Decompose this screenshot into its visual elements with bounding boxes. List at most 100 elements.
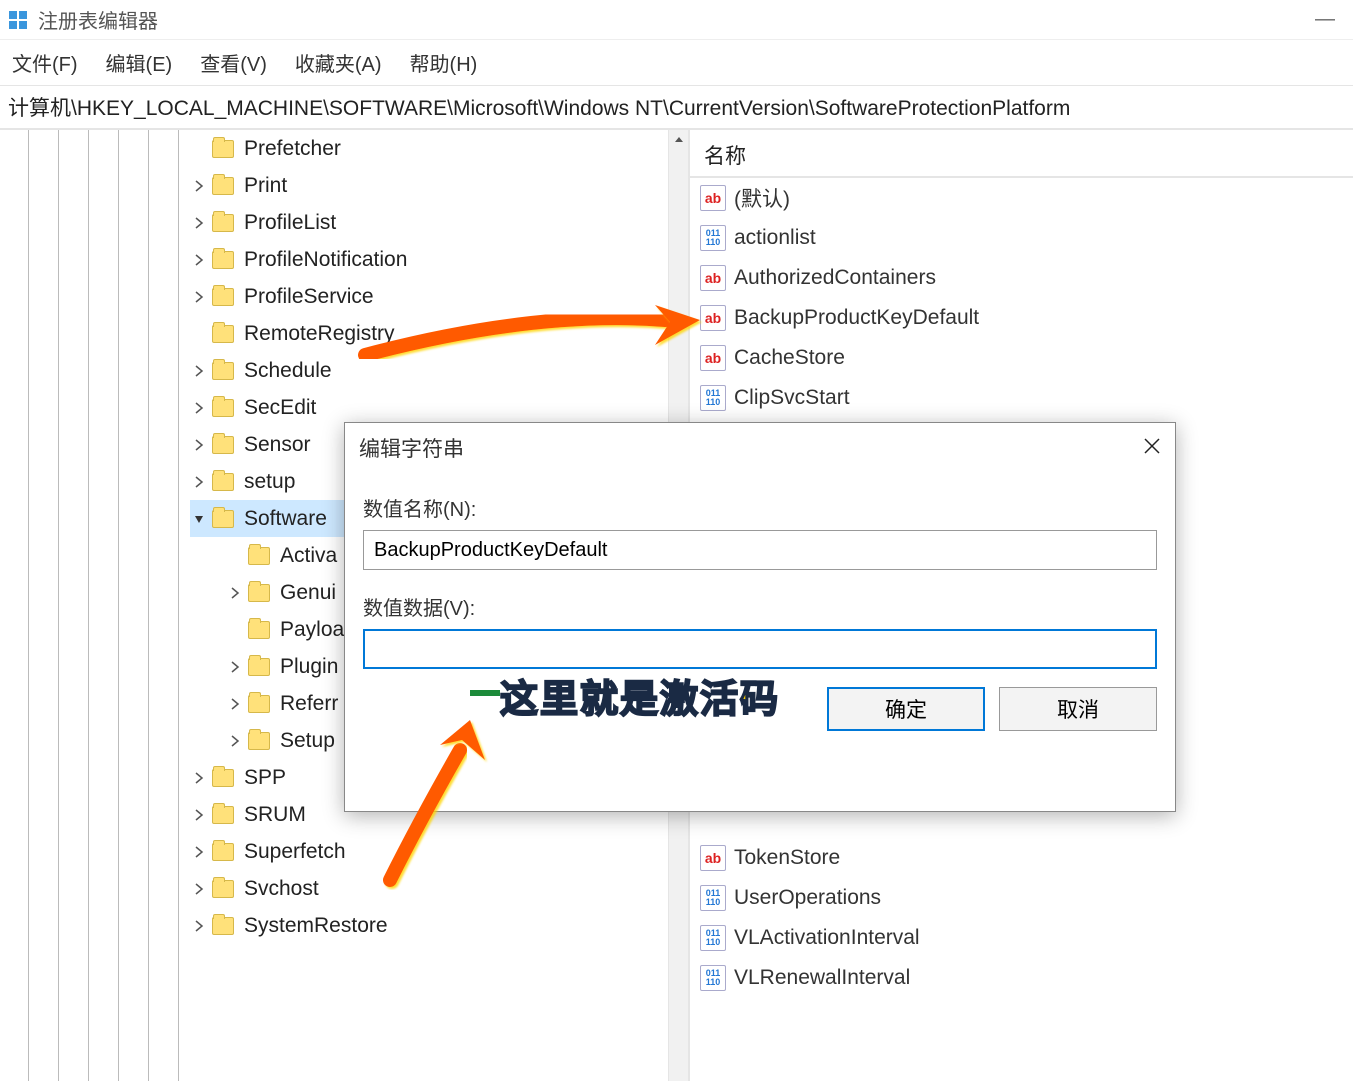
chevron-right-icon[interactable] <box>190 362 208 380</box>
tree-item[interactable]: Prefetcher <box>190 130 688 167</box>
annotation-dash <box>470 690 500 696</box>
binary-value-icon: 011 110 <box>700 225 726 251</box>
cancel-button[interactable]: 取消 <box>999 687 1157 731</box>
value-name: TokenStore <box>734 846 840 870</box>
folder-icon <box>212 473 234 491</box>
chevron-right-icon[interactable] <box>190 288 208 306</box>
value-name: VLActivationInterval <box>734 926 920 950</box>
value-data-input[interactable] <box>363 629 1157 669</box>
tree-item-label: RemoteRegistry <box>244 322 395 346</box>
chevron-right-icon[interactable] <box>226 732 244 750</box>
chevron-right-icon[interactable] <box>190 177 208 195</box>
folder-icon <box>212 288 234 306</box>
tree-item-label: Svchost <box>244 877 319 901</box>
folder-icon <box>212 510 234 528</box>
value-row[interactable]: 011 110 VLActivationInterval <box>690 918 1353 958</box>
tree-item-label: Superfetch <box>244 840 346 864</box>
tree-item-label: Genui <box>280 581 336 605</box>
chevron-right-icon[interactable] <box>190 473 208 491</box>
tree-item[interactable]: ProfileService <box>190 278 688 315</box>
string-value-icon: ab <box>700 185 726 211</box>
minimize-button[interactable]: — <box>1305 8 1345 31</box>
chevron-right-icon[interactable] <box>226 584 244 602</box>
value-row[interactable]: abAuthorizedContainers <box>690 258 1353 298</box>
window-title: 注册表编辑器 <box>38 5 158 34</box>
scroll-up-icon[interactable] <box>669 130 689 150</box>
values-header-name[interactable]: 名称 <box>690 134 1353 178</box>
value-name: (默认) <box>734 183 790 213</box>
value-row[interactable]: 011 110 ClipSvcStart <box>690 378 1353 418</box>
value-row[interactable]: 011 110 VLRenewalInterval <box>690 958 1353 998</box>
tree-item-label: Software <box>244 507 327 531</box>
tree-item[interactable]: Print <box>190 167 688 204</box>
value-name: ClipSvcStart <box>734 386 850 410</box>
menubar: 文件(F) 编辑(E) 查看(V) 收藏夹(A) 帮助(H) <box>0 40 1353 85</box>
menu-edit[interactable]: 编辑(E) <box>106 48 173 77</box>
binary-value-icon: 011 110 <box>700 965 726 991</box>
chevron-right-icon[interactable] <box>190 436 208 454</box>
folder-icon <box>212 140 234 158</box>
chevron-right-icon[interactable] <box>226 695 244 713</box>
tree-item[interactable]: RemoteRegistry <box>190 315 688 352</box>
tree-item[interactable]: SecEdit <box>190 389 688 426</box>
value-name: VLRenewalInterval <box>734 966 910 990</box>
value-name: UserOperations <box>734 886 881 910</box>
folder-icon <box>212 436 234 454</box>
tree-item-label: SPP <box>244 766 286 790</box>
dialog-title: 编辑字符串 <box>359 433 464 463</box>
chevron-right-icon[interactable] <box>190 399 208 417</box>
dialog-close-button[interactable] <box>1143 434 1161 462</box>
binary-value-icon: 011 110 <box>700 385 726 411</box>
chevron-right-icon[interactable] <box>190 880 208 898</box>
value-row[interactable]: 011 110 actionlist <box>690 218 1353 258</box>
tree-item-label: ProfileService <box>244 285 374 309</box>
folder-icon <box>248 658 270 676</box>
tree-item[interactable]: Svchost <box>190 870 688 907</box>
ok-button[interactable]: 确定 <box>827 687 985 731</box>
menu-help[interactable]: 帮助(H) <box>410 48 478 77</box>
string-value-icon: ab <box>700 345 726 371</box>
value-name: actionlist <box>734 226 816 250</box>
folder-icon <box>212 251 234 269</box>
folder-icon <box>212 917 234 935</box>
tree-item-label: Setup <box>280 729 335 753</box>
chevron-right-icon[interactable] <box>190 843 208 861</box>
menu-view[interactable]: 查看(V) <box>200 48 267 77</box>
tree-item[interactable]: SystemRestore <box>190 907 688 944</box>
tree-item-label: setup <box>244 470 295 494</box>
chevron-right-icon[interactable] <box>226 658 244 676</box>
folder-icon <box>248 547 270 565</box>
value-row[interactable]: ab (默认) <box>690 178 1353 218</box>
value-row[interactable]: 011 110UserOperations <box>690 878 1353 918</box>
chevron-down-icon[interactable] <box>190 510 208 528</box>
tree-item[interactable]: Superfetch <box>190 833 688 870</box>
folder-icon <box>248 732 270 750</box>
value-name-input[interactable] <box>363 530 1157 570</box>
folder-icon <box>212 214 234 232</box>
app-icon <box>8 10 28 30</box>
tree-item-label: SystemRestore <box>244 914 388 938</box>
tree-item[interactable]: ProfileList <box>190 204 688 241</box>
string-value-icon: ab <box>700 845 726 871</box>
chevron-right-icon[interactable] <box>190 769 208 787</box>
folder-icon <box>212 843 234 861</box>
chevron-right-icon[interactable] <box>190 214 208 232</box>
menu-file[interactable]: 文件(F) <box>12 48 78 77</box>
value-row[interactable]: ab TokenStore <box>690 838 1353 878</box>
folder-icon <box>212 325 234 343</box>
binary-value-icon: 011 110 <box>700 925 726 951</box>
value-row[interactable]: abCacheStore <box>690 338 1353 378</box>
folder-icon <box>248 621 270 639</box>
tree-item[interactable]: ProfileNotification <box>190 241 688 278</box>
address-bar[interactable]: 计算机\HKEY_LOCAL_MACHINE\SOFTWARE\Microsof… <box>0 85 1353 130</box>
menu-favorites[interactable]: 收藏夹(A) <box>295 48 382 77</box>
chevron-right-icon[interactable] <box>190 806 208 824</box>
tree-item[interactable]: Schedule <box>190 352 688 389</box>
folder-icon <box>212 362 234 380</box>
value-row[interactable]: abBackupProductKeyDefault <box>690 298 1353 338</box>
chevron-right-icon[interactable] <box>190 251 208 269</box>
value-name-label: 数值名称(N): <box>363 493 1157 522</box>
chevron-right-icon[interactable] <box>190 917 208 935</box>
folder-icon <box>212 769 234 787</box>
folder-icon <box>248 695 270 713</box>
